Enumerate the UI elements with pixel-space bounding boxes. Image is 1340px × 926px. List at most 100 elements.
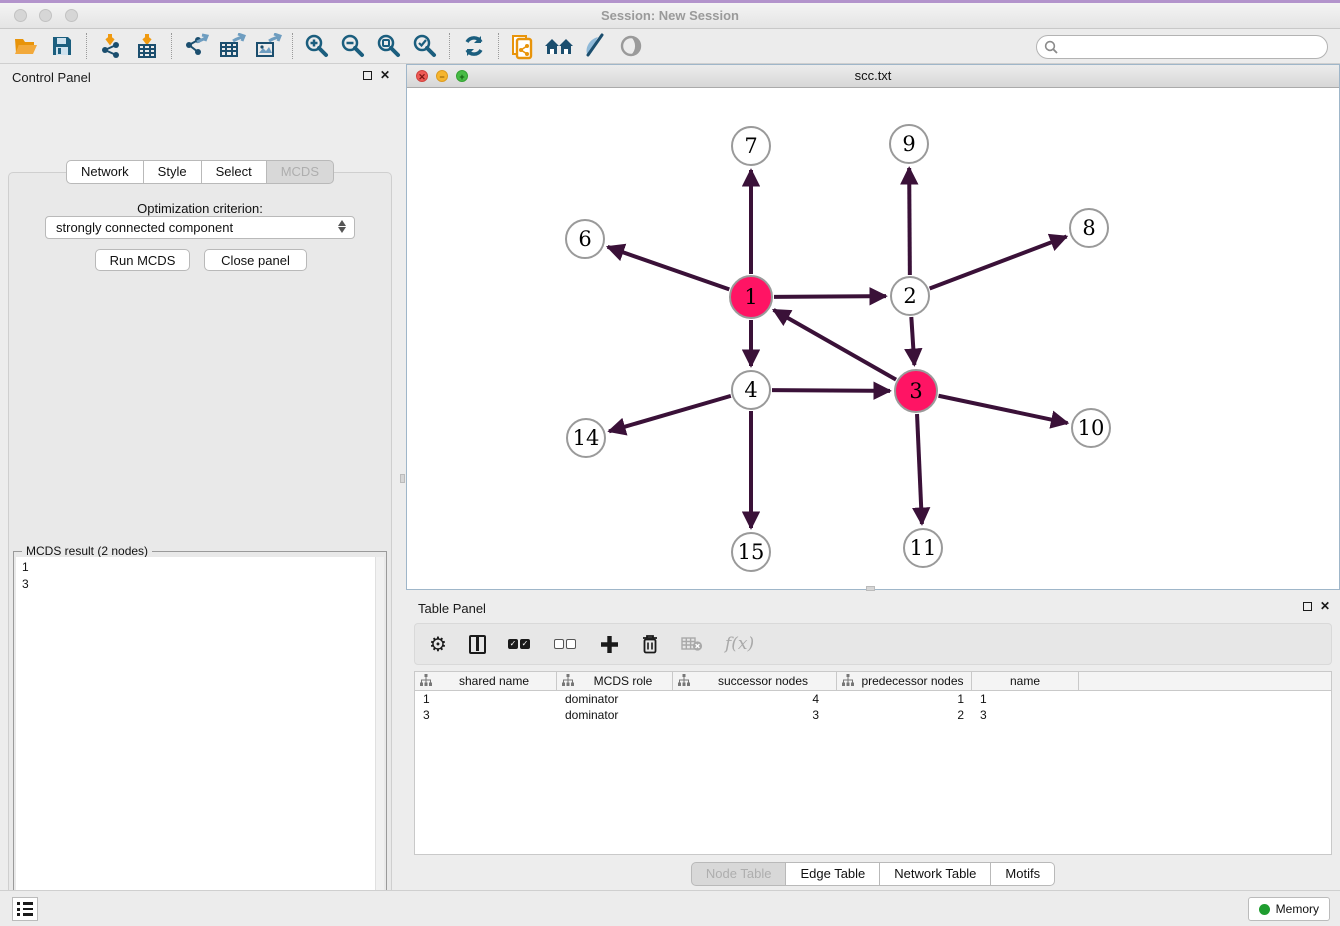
graph-node[interactable]: 2: [890, 276, 930, 316]
graph-edge[interactable]: [609, 396, 731, 431]
graph-node[interactable]: 8: [1069, 208, 1109, 248]
function-builder-button[interactable]: f(x): [725, 634, 754, 654]
column-header-name[interactable]: name: [972, 672, 1079, 690]
tab-motifs[interactable]: Motifs: [991, 862, 1055, 886]
add-column-button[interactable]: [600, 635, 619, 654]
graph-edge[interactable]: [909, 168, 910, 275]
first-neighbors-button[interactable]: [541, 31, 577, 61]
result-line: 1: [22, 559, 384, 576]
float-panel-icon[interactable]: [363, 71, 372, 80]
column-header-successor-nodes[interactable]: successor nodes: [673, 672, 837, 690]
tab-mcds[interactable]: MCDS: [267, 160, 334, 184]
graph-node[interactable]: 14: [566, 418, 606, 458]
delete-column-button[interactable]: [641, 634, 659, 654]
import-table-button[interactable]: [129, 31, 165, 61]
houses-icon: [543, 34, 575, 58]
apply-style-button[interactable]: [577, 31, 613, 61]
open-session-button[interactable]: [8, 31, 44, 61]
graph-edge[interactable]: [917, 414, 922, 524]
table-row[interactable]: 3 dominator 3 2 3: [415, 707, 1331, 723]
criterion-value: strongly connected component: [56, 220, 233, 235]
cell-successor-nodes: 4: [673, 691, 837, 707]
horizontal-splitter-handle[interactable]: [866, 586, 875, 591]
export-table-button[interactable]: [214, 31, 250, 61]
close-table-panel-icon[interactable]: ✕: [1320, 601, 1330, 611]
column-header-mcds-role[interactable]: MCDS role: [557, 672, 673, 690]
graph-node[interactable]: 9: [889, 124, 929, 164]
table-row[interactable]: 1 dominator 4 1 1: [415, 691, 1331, 707]
plus-icon: [600, 635, 619, 654]
tab-node-table[interactable]: Node Table: [691, 862, 787, 886]
graph-node[interactable]: 11: [903, 528, 943, 568]
graph-node[interactable]: 10: [1071, 408, 1111, 448]
graph-node[interactable]: 4: [731, 370, 771, 410]
export-image-button[interactable]: [250, 31, 286, 61]
table-panel-title: Table Panel: [406, 595, 1340, 616]
memory-status-icon: [1259, 904, 1270, 915]
search-input[interactable]: [1036, 35, 1328, 59]
app-title: Session: New Session: [0, 3, 1340, 28]
tab-select[interactable]: Select: [202, 160, 267, 184]
graph-node[interactable]: 7: [731, 126, 771, 166]
graph-node[interactable]: 6: [565, 219, 605, 259]
tab-edge-table[interactable]: Edge Table: [786, 862, 880, 886]
zoom-window-button[interactable]: [65, 9, 78, 22]
graph-edge[interactable]: [608, 247, 730, 289]
graph-node[interactable]: 3: [894, 369, 938, 413]
result-scrollbar[interactable]: [375, 557, 384, 923]
network-canvas[interactable]: 7 9 6 8 1 2 4 3 14 10 15 11: [407, 88, 1339, 589]
zoom-out-button[interactable]: [335, 31, 371, 61]
graph-edge[interactable]: [939, 396, 1068, 423]
minimize-window-button[interactable]: [39, 9, 52, 22]
run-mcds-button[interactable]: Run MCDS: [95, 249, 190, 271]
fit-content-button[interactable]: [371, 31, 407, 61]
tab-network-table[interactable]: Network Table: [880, 862, 991, 886]
delete-table-button[interactable]: [681, 636, 703, 652]
open-folder-icon: [13, 34, 39, 58]
close-window-button[interactable]: [14, 9, 27, 22]
task-history-button[interactable]: [12, 897, 38, 921]
save-session-button[interactable]: [44, 31, 80, 61]
graph-edge[interactable]: [772, 390, 890, 391]
network-minimize-button[interactable]: −: [436, 70, 448, 82]
table-panel: Table Panel ✕ ⚙ ✓✓ f(x) shared name MCDS…: [406, 595, 1340, 890]
apply-layout-button[interactable]: [456, 31, 492, 61]
graph-edge[interactable]: [911, 317, 914, 365]
column-header-predecessor-nodes[interactable]: predecessor nodes: [837, 672, 972, 690]
graph-node[interactable]: 15: [731, 532, 771, 572]
columns-icon: [469, 635, 486, 654]
network-close-button[interactable]: ✕: [416, 70, 428, 82]
splitter-handle[interactable]: [400, 474, 405, 483]
tab-network[interactable]: Network: [66, 160, 144, 184]
cell-successor-nodes: 3: [673, 707, 837, 723]
network-maximize-button[interactable]: +: [456, 70, 468, 82]
graph-edge[interactable]: [930, 237, 1067, 289]
tab-style[interactable]: Style: [144, 160, 202, 184]
zoom-selected-button[interactable]: [407, 31, 443, 61]
import-network-button[interactable]: [93, 31, 129, 61]
mcds-result-textarea[interactable]: 1 3: [16, 557, 384, 923]
float-table-panel-icon[interactable]: [1303, 602, 1312, 611]
close-panel-icon[interactable]: ✕: [380, 70, 390, 80]
cell-name: 1: [972, 691, 1079, 707]
graphics-details-button[interactable]: [613, 31, 649, 61]
export-network-button[interactable]: [178, 31, 214, 61]
graph-edge[interactable]: [774, 310, 896, 380]
close-panel-button[interactable]: Close panel: [204, 249, 307, 271]
deselect-all-columns-button[interactable]: [554, 639, 578, 649]
column-header-shared-name[interactable]: shared name: [415, 672, 557, 690]
select-all-columns-button[interactable]: ✓✓: [508, 639, 532, 649]
zoom-in-button[interactable]: [299, 31, 335, 61]
network-window-titlebar[interactable]: ✕ − + scc.txt: [407, 65, 1339, 88]
graph-edge[interactable]: [774, 296, 886, 297]
criterion-dropdown[interactable]: strongly connected component: [45, 216, 355, 239]
table-settings-button[interactable]: ⚙: [429, 632, 447, 657]
graph-node[interactable]: 1: [729, 275, 773, 319]
unchecked-box-icon: [566, 639, 576, 649]
status-bar: Memory: [0, 890, 1340, 926]
duplicate-network-button[interactable]: [505, 31, 541, 61]
memory-button[interactable]: Memory: [1248, 897, 1330, 921]
show-columns-button[interactable]: [469, 635, 486, 654]
checked-box-icon: ✓: [520, 639, 530, 649]
mcds-panel-body: Optimization criterion: strongly connect…: [8, 172, 392, 926]
